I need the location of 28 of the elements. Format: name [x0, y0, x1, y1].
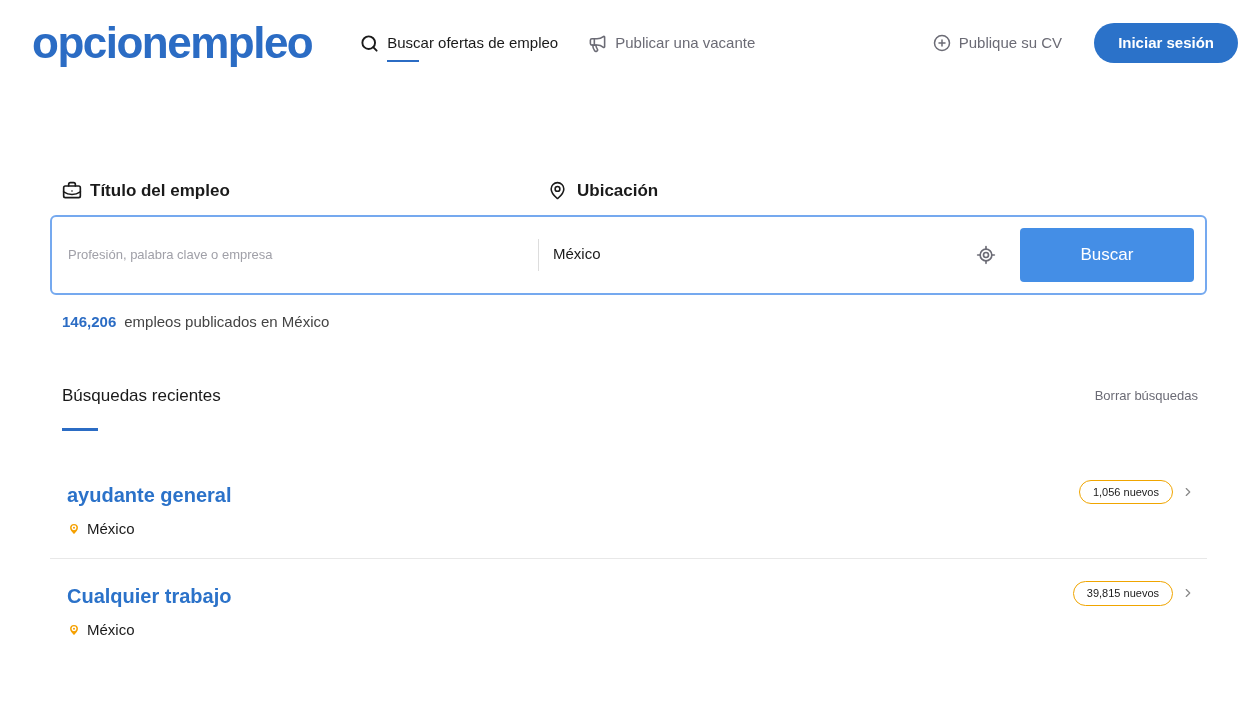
- login-button[interactable]: Iniciar sesión: [1094, 23, 1238, 63]
- locate-icon[interactable]: [976, 244, 996, 265]
- recent-search-item[interactable]: Cualquier trabajo México 39,815 nuevos: [50, 571, 1207, 660]
- search-query: Cualquier trabajo: [67, 584, 232, 609]
- location-field[interactable]: México: [539, 243, 976, 266]
- nav-link[interactable]: Publicar una vacante: [615, 24, 756, 62]
- job-count: 146,206: [62, 311, 117, 332]
- job-count-label: empleos publicados en México: [124, 311, 330, 332]
- plus-circle-icon: [932, 34, 951, 52]
- job-title-field[interactable]: Profesión, palabra clave o empresa: [52, 244, 538, 265]
- clear-searches-link[interactable]: Borrar búsquedas: [1094, 386, 1198, 406]
- logo[interactable]: opcionempleo: [32, 21, 313, 65]
- location-pin-icon: [67, 521, 81, 536]
- search-icon: [360, 33, 380, 53]
- briefcase-icon: [62, 180, 82, 201]
- location-label: Ubicación: [577, 180, 659, 202]
- search-query: ayudante general: [67, 482, 232, 508]
- job-title-label: Título del empleo: [90, 180, 230, 202]
- search-location: México: [87, 620, 135, 640]
- recent-searches-heading: Búsquedas recientes: [62, 385, 221, 407]
- location-pin-icon: [548, 181, 567, 201]
- megaphone-icon: [588, 33, 608, 53]
- location-pin-icon: [67, 623, 81, 638]
- search-button[interactable]: Buscar: [1020, 227, 1194, 282]
- search-location: México: [87, 518, 135, 539]
- recent-search-item[interactable]: ayudante general México 1,056 nuevos: [50, 469, 1207, 559]
- post-cv-link[interactable]: Publique su CV: [932, 31, 1063, 55]
- nav-link[interactable]: Buscar ofertas de empleo: [387, 24, 559, 62]
